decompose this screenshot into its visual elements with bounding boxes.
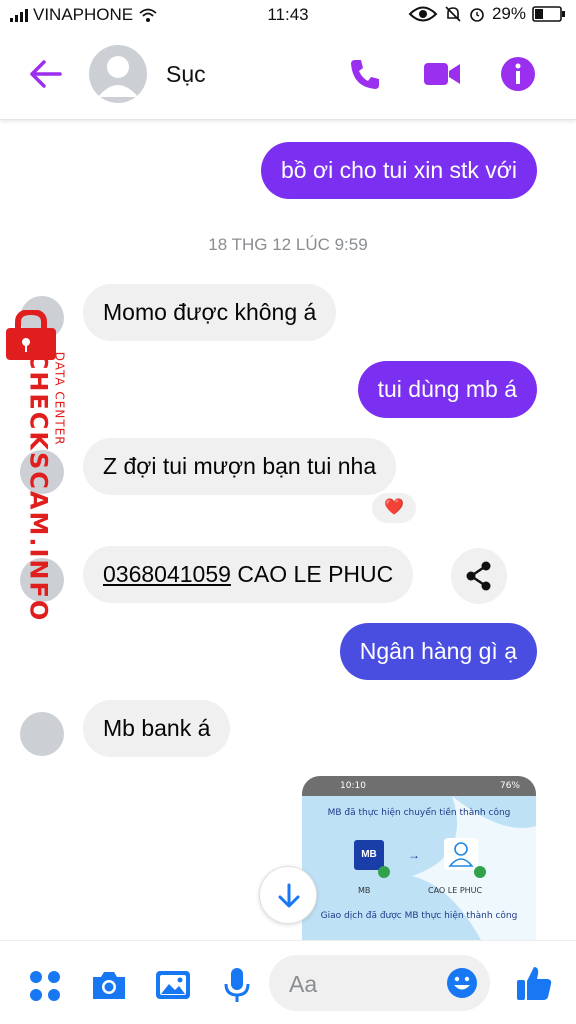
recipient-label: CAO LE PHUC — [428, 886, 483, 895]
menu-grid-icon[interactable] — [25, 965, 65, 1005]
thumbs-up-icon[interactable] — [514, 963, 554, 1003]
composer-bar: Aa — [0, 940, 576, 1024]
account-number-link[interactable]: 0368041059 — [103, 561, 231, 587]
status-right: 29% — [408, 4, 566, 24]
message-input-placeholder: Aa — [289, 971, 318, 997]
contact-avatar-small — [20, 712, 64, 756]
message-incoming[interactable]: Mb bank á — [83, 700, 231, 757]
watermark-small: DATA CENTER — [52, 351, 67, 446]
alarm-icon — [470, 8, 484, 22]
bell-off-icon — [445, 6, 461, 22]
watermark-text: CHECKSCAM.INFO DATA CENTER — [24, 351, 66, 623]
watermark: CHECKSCAM.INFO DATA CENTER — [0, 310, 66, 622]
success-footer: Giao dịch đã được MB thực hiện thành côn… — [320, 911, 518, 921]
source-label: MB — [358, 886, 371, 895]
share-button[interactable] — [451, 548, 507, 604]
image-attachment[interactable]: 10:10 76% MB đã thực hiện chuyển tiền th… — [302, 776, 536, 942]
mb-logo: MB — [354, 840, 384, 870]
screenshot-status-bar: 10:10 76% — [302, 776, 536, 796]
check-icon — [378, 866, 390, 878]
arrow-right-icon: → — [408, 848, 420, 862]
microphone-icon[interactable] — [217, 965, 257, 1005]
watermark-big: CHECKSCAM.INFO — [24, 351, 53, 623]
message-incoming[interactable]: Z đợi tui mượn bạn tui nha — [83, 438, 397, 495]
message-input[interactable]: Aa — [269, 955, 490, 1011]
scroll-down-button[interactable] — [259, 866, 317, 924]
account-name: CAO LE PHUC — [237, 561, 394, 587]
message-incoming[interactable]: Momo được không á — [83, 284, 337, 341]
back-arrow-icon[interactable] — [26, 56, 66, 92]
heart-reaction[interactable]: ❤️ — [370, 491, 418, 525]
video-icon[interactable] — [422, 54, 462, 94]
message-outgoing[interactable]: Ngân hàng gì ạ — [339, 623, 537, 680]
chat-header: Sục — [0, 30, 576, 120]
default-avatar-icon — [98, 56, 138, 97]
share-icon — [466, 561, 491, 591]
success-title: MB đã thực hiện chuyển tiền thành công — [327, 808, 511, 818]
battery-icon — [532, 6, 565, 22]
timestamp: 18 THG 12 LÚC 9:59 — [208, 235, 368, 254]
phone-icon[interactable] — [345, 54, 385, 94]
eye-icon — [408, 6, 438, 22]
contact-avatar[interactable] — [89, 45, 147, 103]
info-icon[interactable] — [498, 54, 538, 94]
screenshot-battery: 76% — [499, 781, 520, 791]
arrow-down-icon — [278, 883, 300, 908]
camera-icon[interactable] — [89, 965, 129, 1005]
screenshot-time: 10:10 — [340, 781, 366, 791]
message-outgoing[interactable]: tui dùng mb á — [357, 361, 537, 418]
gallery-icon[interactable] — [153, 965, 193, 1005]
status-bar: VINAPHONE 11:43 29% — [0, 0, 576, 30]
check-icon — [474, 866, 486, 878]
user-icon — [444, 838, 478, 870]
battery-percent: 29% — [491, 4, 526, 23]
emoji-icon[interactable] — [446, 967, 478, 999]
message-account-info[interactable]: 0368041059 CAO LE PHUC — [83, 546, 414, 603]
contact-name[interactable]: Sục — [166, 61, 206, 88]
message-outgoing[interactable]: bồ ơi cho tui xin stk với — [261, 142, 537, 199]
